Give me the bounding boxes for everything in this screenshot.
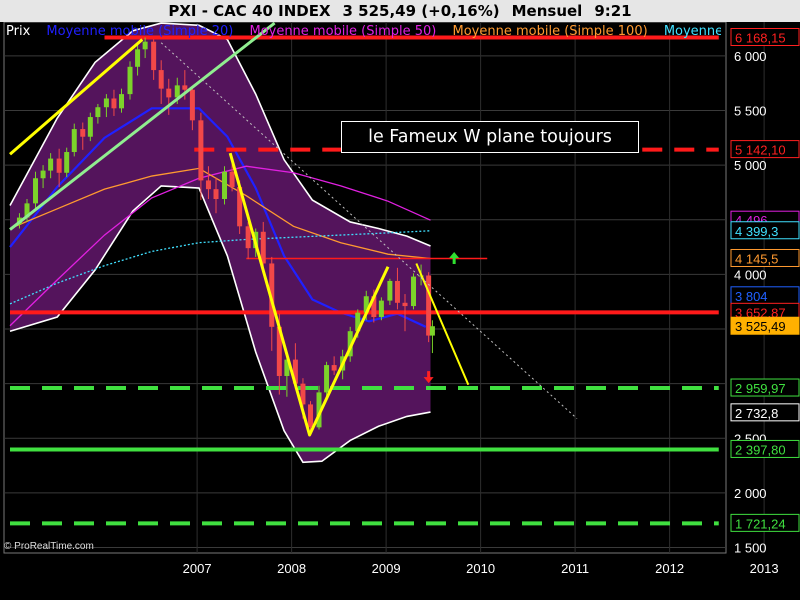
candle-body xyxy=(158,70,164,89)
candle-body xyxy=(135,49,141,67)
candle-body xyxy=(411,276,417,307)
price-badge-label: 3 804 xyxy=(735,289,768,304)
candle-body xyxy=(127,66,133,95)
indicator-legend: Prix Moyenne mobile (Simple 20) Moyenne … xyxy=(6,24,721,39)
price-badge-label: 3 525,49 xyxy=(735,319,786,334)
price-badge-label: 2 959,97 xyxy=(735,381,786,396)
candle-body xyxy=(56,158,62,173)
x-tick-label: 2008 xyxy=(277,561,306,576)
candle-body xyxy=(80,129,86,137)
candle-body xyxy=(119,94,125,109)
x-tick-label: 2009 xyxy=(372,561,401,576)
last-price: 3 525,49 (+0,16%) xyxy=(342,2,500,20)
price-badge-label: 4 145,5 xyxy=(735,251,778,266)
price-badge-label: 4 399,3 xyxy=(735,224,778,239)
candle-body xyxy=(229,171,235,187)
candle-body xyxy=(198,120,204,181)
candle-body xyxy=(324,365,330,393)
legend-item-sma100: Moyenne mobile (Simple 100) xyxy=(452,24,648,39)
candle-body xyxy=(308,404,314,428)
period-label: Mensuel xyxy=(511,2,583,20)
candle-body xyxy=(387,280,393,301)
x-tick-label: 2012 xyxy=(655,561,684,576)
candle-body xyxy=(103,98,109,108)
candle-body xyxy=(182,85,188,90)
y-tick-label: 4 000 xyxy=(734,267,767,282)
candle-body xyxy=(40,170,46,179)
candle-body xyxy=(378,300,384,317)
candle-body xyxy=(222,171,228,199)
candle-body xyxy=(402,302,408,307)
price-chart[interactable]: 1 5002 0002 5003 0003 5004 0004 5005 000… xyxy=(0,22,800,600)
candle-body xyxy=(189,89,195,121)
y-tick-label: 6 000 xyxy=(734,49,767,64)
candle-body xyxy=(71,129,77,153)
clock-time: 9:21 xyxy=(594,2,632,20)
legend-item-sma20: Moyenne mobile (Simple 20) xyxy=(46,24,234,39)
price-badge-label: 2 732,8 xyxy=(735,406,778,421)
candle-body xyxy=(64,152,70,173)
candle-body xyxy=(331,365,337,371)
price-badge-label: 5 142,10 xyxy=(735,143,786,158)
legend-item-sma50: Moyenne mobile (Simple 50) xyxy=(249,24,437,39)
x-tick-label: 2011 xyxy=(561,561,589,576)
candle-body xyxy=(429,326,435,336)
y-tick-label: 2 000 xyxy=(734,486,767,501)
candle-body xyxy=(166,88,172,98)
legend-item-sma200: Moyenne mobile (Simple 200) xyxy=(663,24,721,39)
x-tick-label: 2013 xyxy=(750,561,779,576)
candle-body xyxy=(174,85,180,98)
candle-body xyxy=(205,180,211,190)
candle-body xyxy=(95,107,101,118)
price-badge-label: 6 168,15 xyxy=(735,30,786,45)
y-tick-label: 5 500 xyxy=(734,104,767,119)
x-tick-label: 2010 xyxy=(466,561,495,576)
candle-body xyxy=(48,158,54,171)
y-tick-label: 5 000 xyxy=(734,158,767,173)
candle-body xyxy=(33,178,39,204)
candle-body xyxy=(394,280,400,303)
candle-body xyxy=(151,41,157,71)
instrument-name: PXI - CAC 40 INDEX xyxy=(168,2,331,20)
candle-body xyxy=(213,189,219,199)
price-badge-label: 1 721,24 xyxy=(735,516,786,531)
candle-body xyxy=(87,117,93,137)
credit-text: © ProRealTime.com xyxy=(4,541,94,552)
candle-body xyxy=(111,98,117,109)
chart-annotation: le Fameux W plane toujours xyxy=(341,121,639,153)
candle-body xyxy=(245,226,251,249)
y-tick-label: 1 500 xyxy=(734,541,767,556)
chart-title-bar: PXI - CAC 40 INDEX 3 525,49 (+0,16%) Mensu… xyxy=(0,0,800,22)
price-badge-label: 2 397,80 xyxy=(735,442,786,457)
candle-body xyxy=(142,41,148,50)
candle-body xyxy=(260,231,266,264)
x-tick-label: 2007 xyxy=(183,561,212,576)
legend-item-price: Prix xyxy=(6,24,31,39)
